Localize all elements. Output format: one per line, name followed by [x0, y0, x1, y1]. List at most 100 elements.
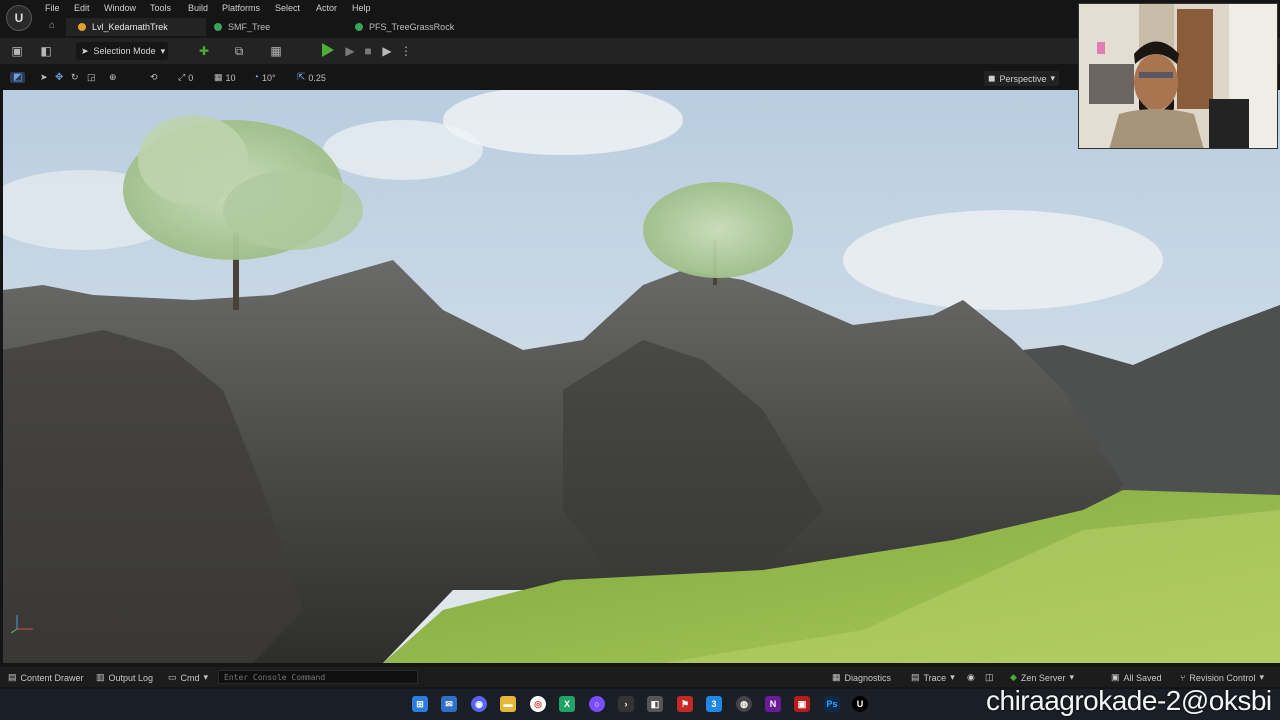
zen-server-label: Zen Server: [1020, 672, 1066, 683]
scale-snap-value: 0.25: [308, 72, 326, 83]
menu-actor[interactable]: Actor: [316, 3, 337, 13]
view-mode-dropdown[interactable]: ◼ Perspective ▾: [984, 71, 1060, 86]
camera-icon: ◼: [988, 73, 996, 83]
windows-start-icon[interactable]: ⊞: [412, 696, 428, 712]
cmd-dropdown[interactable]: ▭ Cmd ▾: [168, 672, 208, 683]
tab-pfs-treegrassrock[interactable]: PFS_TreeGrassRock: [343, 18, 493, 36]
all-saved-label: All Saved: [1123, 672, 1162, 683]
rotation-snap-toggle[interactable]: ⤢ 0: [178, 72, 193, 83]
rotation-snap-value: 0: [188, 72, 194, 83]
unreal-logo-icon[interactable]: U: [6, 5, 32, 31]
menu-window[interactable]: Window: [104, 3, 136, 13]
menu-file[interactable]: File: [45, 3, 60, 13]
output-log-button[interactable]: ▥ Output Log: [96, 672, 153, 683]
surface-snap-icon[interactable]: ⟲: [150, 72, 158, 83]
file-explorer-icon[interactable]: ▬: [500, 696, 516, 712]
platform-launch-icon[interactable]: ▶: [380, 44, 394, 58]
menu-select[interactable]: Select: [275, 3, 300, 13]
chevron-down-icon: ▾: [1050, 73, 1056, 83]
step-icon[interactable]: ▶: [343, 44, 357, 58]
scale-snap-icon: ⇱: [297, 72, 306, 83]
app-icon[interactable]: ◧: [647, 696, 663, 712]
menu-help[interactable]: Help: [352, 3, 371, 13]
tab-label: Lvl_KedarnathTrek: [92, 22, 168, 32]
selection-mode-label: Selection Mode: [93, 46, 156, 56]
grid-snap-toggle[interactable]: ▦ 10: [214, 72, 236, 83]
console-command-input[interactable]: [218, 670, 418, 684]
content-drawer-label: Content Drawer: [20, 672, 84, 683]
app-red-icon[interactable]: ⚑: [677, 696, 693, 712]
grid-icon: ▦: [214, 72, 223, 82]
outlook-icon[interactable]: ✉: [441, 696, 457, 712]
selection-mode-dropdown[interactable]: ➤ Selection Mode ▾: [76, 42, 168, 60]
scene-render: [3, 90, 1280, 663]
trace-dropdown[interactable]: ▤ Trace ▾: [911, 672, 955, 683]
zen-server-dropdown[interactable]: ◆ Zen Server ▾: [1010, 672, 1074, 683]
all-saved-button[interactable]: ▣ All Saved: [1111, 672, 1162, 683]
save-icon[interactable]: ▣: [10, 44, 24, 58]
terminal-icon: ▭: [168, 672, 177, 682]
unreal-engine-icon[interactable]: U: [852, 696, 868, 712]
tab-smf-tree[interactable]: SMF_Tree: [202, 18, 342, 36]
level-viewport[interactable]: [3, 90, 1280, 663]
menu-edit[interactable]: Edit: [74, 3, 90, 13]
translate-tool-icon[interactable]: ✥: [55, 72, 63, 83]
revision-control-label: Revision Control: [1189, 672, 1256, 683]
saved-icon: ▣: [1111, 672, 1120, 682]
cmd-label: Cmd: [180, 672, 200, 683]
diagnostics-icon: ▦: [832, 672, 841, 682]
snap-icon: ⤢: [178, 72, 186, 82]
add-actor-icon[interactable]: ✚: [197, 44, 211, 58]
rotate-tool-icon[interactable]: ↻: [71, 72, 79, 83]
content-browser-icon[interactable]: ◧: [39, 44, 53, 58]
visual-studio-icon[interactable]: N: [765, 696, 781, 712]
play-button[interactable]: [322, 43, 334, 57]
chevron-down-icon: ▾: [203, 672, 209, 682]
menu-platforms[interactable]: Platforms: [222, 3, 260, 13]
discord-icon[interactable]: ◉: [471, 696, 487, 712]
excel-icon[interactable]: X: [559, 696, 575, 712]
angle-snap-value: 10°: [262, 72, 276, 83]
trace-label: Trace: [923, 672, 947, 683]
revision-control-icon: ⑂: [1180, 672, 1186, 683]
revision-control-dropdown[interactable]: ⑂ Revision Control ▾: [1180, 672, 1264, 683]
viewport-options-icon[interactable]: ◩: [10, 72, 26, 83]
stop-icon[interactable]: ■: [361, 44, 375, 58]
app-blue-icon[interactable]: 3: [706, 696, 722, 712]
zen-server-icon: ◆: [1010, 672, 1017, 682]
scale-snap-toggle[interactable]: ⇱ 0.25: [297, 72, 326, 83]
angle-snap-toggle[interactable]: ◔ 10°: [253, 72, 276, 83]
more-options-icon[interactable]: ⋮: [399, 44, 413, 58]
photoshop-icon[interactable]: Ps: [824, 696, 840, 712]
tab-label: PFS_TreeGrassRock: [369, 22, 455, 32]
blueprint-icon[interactable]: ⧉: [232, 44, 246, 58]
menu-tools[interactable]: Tools: [150, 3, 171, 13]
app-grid-icon[interactable]: ▣: [794, 696, 810, 712]
payment-overlay-text: chiraagrokade-2@oksbi: [986, 685, 1272, 716]
menu-build[interactable]: Build: [188, 3, 208, 13]
content-drawer-button[interactable]: ▤ Content Drawer: [8, 672, 84, 683]
screenshot-icon[interactable]: ◫: [985, 672, 994, 683]
angle-icon: ◔: [253, 72, 260, 83]
select-tool-icon[interactable]: ➤: [40, 72, 48, 83]
cinematics-icon[interactable]: ▦: [269, 44, 283, 58]
chrome-icon[interactable]: ◎: [530, 696, 546, 712]
cursor-icon: ➤: [81, 45, 89, 56]
diagnostics-label: Diagnostics: [844, 672, 892, 683]
terminal-icon[interactable]: ›: [618, 696, 634, 712]
obs-icon[interactable]: ○: [589, 696, 605, 712]
trace-icon: ▤: [911, 672, 920, 682]
chat-icon[interactable]: ◍: [736, 696, 752, 712]
chevron-down-icon: ▾: [1069, 672, 1074, 682]
scale-tool-icon[interactable]: ◲: [87, 72, 96, 83]
record-icon[interactable]: ◉: [967, 672, 975, 683]
webcam-image: [1079, 4, 1277, 148]
home-icon[interactable]: ⌂: [49, 21, 59, 31]
level-icon: [78, 23, 86, 31]
diagnostics-button[interactable]: ▦ Diagnostics: [832, 672, 891, 683]
mesh-icon: [214, 23, 222, 31]
world-space-icon[interactable]: ⊕: [109, 72, 117, 83]
viewport-toolbar: ◩ ➤ ✥ ↻ ◲ ⊕ ⟲ ⤢ 0 ▦ 10 ◔ 10° ⇱ 0.25 ◼ Pe…: [0, 68, 1080, 88]
tab-lvl-kedarnathtrek[interactable]: Lvl_KedarnathTrek: [66, 18, 206, 36]
grid-snap-value: 10: [225, 72, 236, 83]
